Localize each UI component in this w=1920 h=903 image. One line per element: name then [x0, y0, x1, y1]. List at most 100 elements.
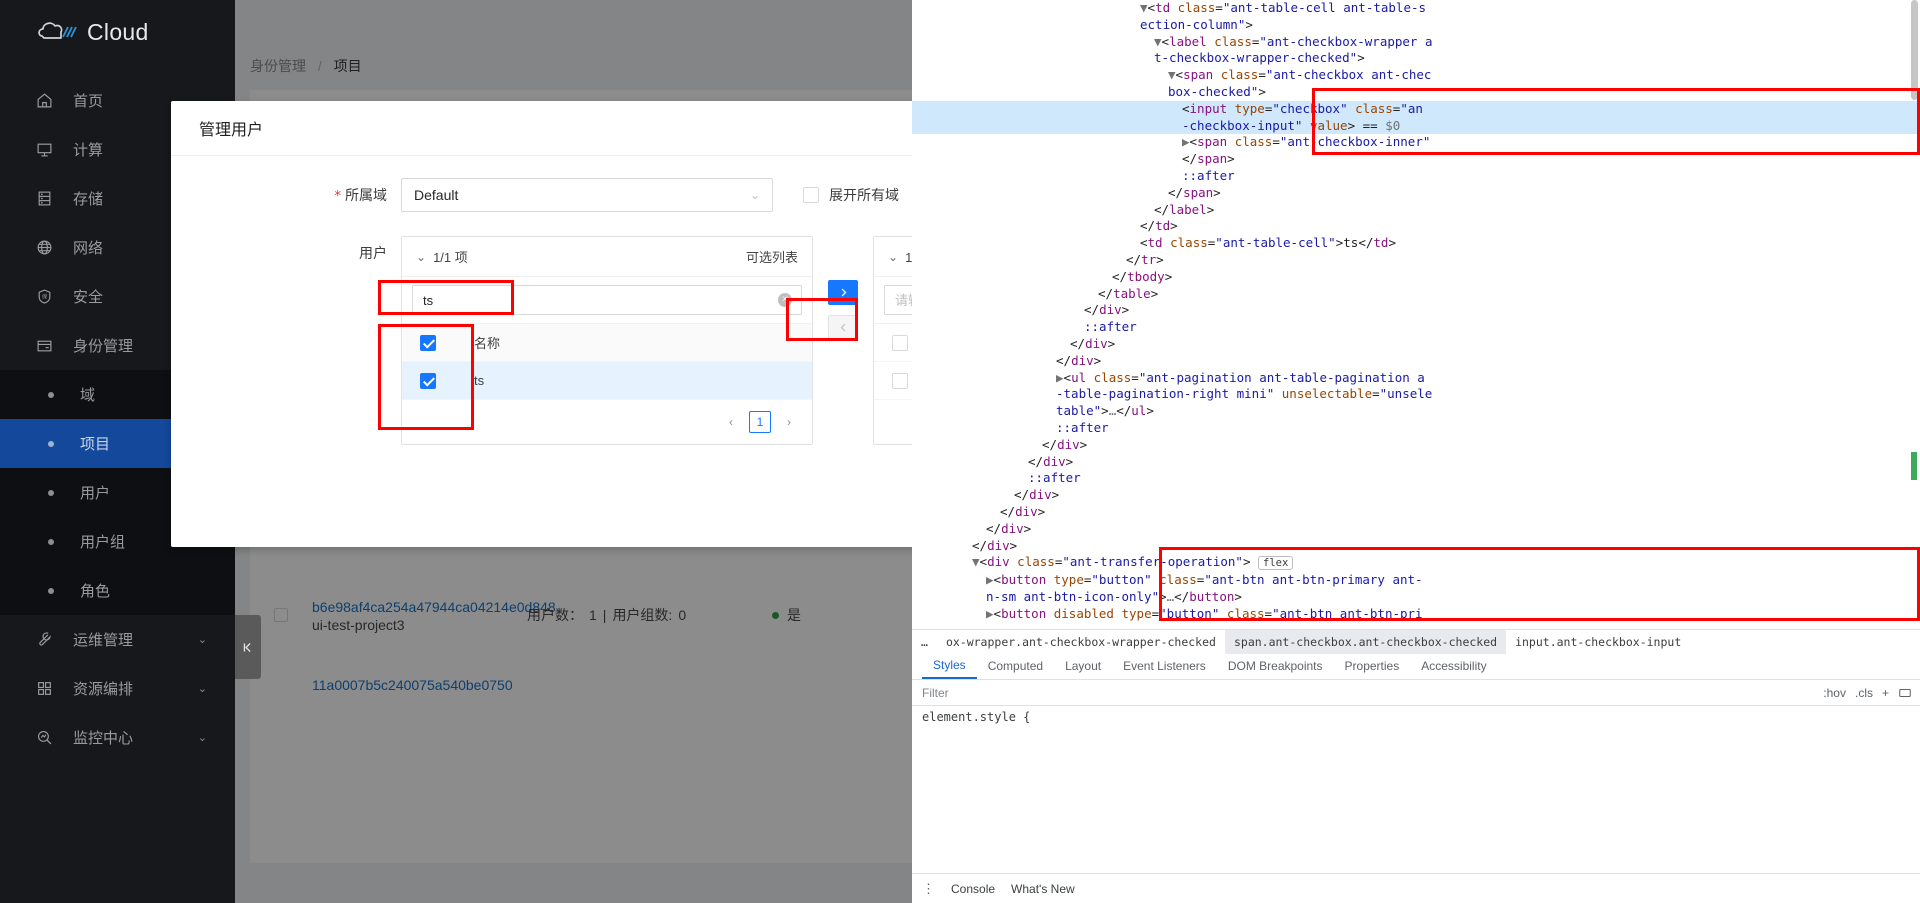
- dom-tree-line[interactable]: t-checkbox-wrapper-checked">: [912, 50, 1920, 67]
- expand-arrow-open-icon[interactable]: ▼: [972, 554, 980, 569]
- drawer-tab-whats-new[interactable]: What's New: [1011, 882, 1075, 896]
- expand-all-domains-checkbox[interactable]: 展开所有域: [803, 178, 899, 212]
- pagination-page-1[interactable]: 1: [749, 411, 771, 433]
- devtools-tab-event-listeners[interactable]: Event Listeners: [1112, 653, 1217, 679]
- row-checkbox[interactable]: [892, 373, 908, 389]
- dom-tree-line[interactable]: </div>: [912, 336, 1920, 353]
- bullet-icon: [48, 539, 54, 545]
- dom-tree-line[interactable]: box-checked">: [912, 84, 1920, 101]
- dom-tree-line[interactable]: ▼<div class="ant-transfer-operation"> fl…: [912, 554, 1920, 572]
- dom-tree-line[interactable]: </div>: [912, 521, 1920, 538]
- dom-tree-line[interactable]: -table-pagination-right mini" unselectab…: [912, 386, 1920, 403]
- add-style-rule-button[interactable]: +: [1882, 686, 1889, 700]
- chevron-down-icon[interactable]: ⌄: [416, 250, 426, 264]
- sidebar-item-orchestration[interactable]: 资源编排 ⌄: [0, 664, 235, 713]
- dom-tree-line[interactable]: </tr>: [912, 252, 1920, 269]
- sidebar-item-role[interactable]: 角色: [0, 566, 235, 615]
- expand-arrow-closed-icon[interactable]: ▶: [986, 606, 994, 621]
- dom-tree-line[interactable]: ▶<ul class="ant-pagination ant-table-pag…: [912, 370, 1920, 387]
- dom-tree-line[interactable]: <td class="ant-table-cell">ts</td>: [912, 235, 1920, 252]
- devtools-breadcrumb-item[interactable]: span.ant-checkbox.ant-checkbox-checked: [1225, 630, 1506, 654]
- dom-tree-line[interactable]: </td>: [912, 218, 1920, 235]
- chevron-left-icon: [838, 322, 849, 333]
- pagination-next[interactable]: ›: [778, 411, 800, 433]
- dom-tree-line[interactable]: ▼<label class="ant-checkbox-wrapper a: [912, 34, 1920, 51]
- home-icon: [36, 92, 53, 109]
- expand-arrow-closed-icon[interactable]: ▶: [1182, 134, 1190, 149]
- select-all-checkbox[interactable]: [420, 335, 436, 351]
- devtools-tab-layout[interactable]: Layout: [1054, 653, 1112, 679]
- chevron-down-icon[interactable]: ⌄: [888, 250, 898, 264]
- more-options-icon[interactable]: ⋮: [922, 881, 935, 897]
- devtools-tab-properties[interactable]: Properties: [1334, 653, 1411, 679]
- devtools-scrollbar[interactable]: [1911, 0, 1918, 100]
- move-to-left-button[interactable]: [828, 315, 858, 340]
- dom-tree-line[interactable]: </div>: [912, 504, 1920, 521]
- dom-tree-line[interactable]: </label>: [912, 202, 1920, 219]
- expand-arrow-closed-icon[interactable]: ▶: [986, 572, 994, 587]
- hov-button[interactable]: :hov: [1823, 686, 1846, 700]
- dom-tree-line[interactable]: ection-column">: [912, 17, 1920, 34]
- dom-tree-line[interactable]: </div>: [912, 437, 1920, 454]
- cls-button[interactable]: .cls: [1855, 686, 1873, 700]
- filter-placeholder[interactable]: Filter: [922, 686, 949, 700]
- dom-tree-line[interactable]: </tbody>: [912, 269, 1920, 286]
- sidebar-item-ops[interactable]: 运维管理 ⌄: [0, 615, 235, 664]
- domain-select[interactable]: Default ⌄: [401, 178, 773, 212]
- chevron-down-icon: ⌄: [198, 633, 207, 646]
- dom-tree-line[interactable]: </div>: [912, 302, 1920, 319]
- sidebar-item-label: 资源编排: [73, 678, 133, 699]
- move-to-right-button[interactable]: [828, 280, 858, 305]
- dom-tree-line[interactable]: </span>: [912, 151, 1920, 168]
- expand-arrow-open-icon[interactable]: ▼: [1154, 34, 1162, 49]
- sidebar-subitem-label: 域: [80, 384, 95, 405]
- dom-tree-line[interactable]: </div>: [912, 454, 1920, 471]
- dom-tree-line[interactable]: ::after: [912, 420, 1920, 437]
- devtools-breadcrumb-item[interactable]: …: [912, 630, 937, 654]
- expand-arrow-open-icon[interactable]: ▼: [1168, 67, 1176, 82]
- brand[interactable]: Cloud: [0, 0, 235, 64]
- dom-tree-line[interactable]: </span>: [912, 185, 1920, 202]
- dom-tree-line[interactable]: ::after: [912, 470, 1920, 487]
- dom-tree-line[interactable]: </div>: [912, 353, 1920, 370]
- dom-tree-line[interactable]: ▶<button type="button" class="ant-btn an…: [912, 572, 1920, 589]
- drawer-tab-console[interactable]: Console: [951, 882, 995, 896]
- dom-tree-line[interactable]: ▶<span class="ant-checkbox-inner": [912, 134, 1920, 151]
- dom-tree-line[interactable]: table">…</ul>: [912, 403, 1920, 420]
- devtools-tabbar[interactable]: StylesComputedLayoutEvent ListenersDOM B…: [912, 653, 1920, 680]
- devtools-tab-computed[interactable]: Computed: [977, 653, 1054, 679]
- devtools-tab-styles[interactable]: Styles: [922, 652, 977, 679]
- devtools-tab-dom-breakpoints[interactable]: DOM Breakpoints: [1217, 653, 1334, 679]
- expand-arrow-closed-icon[interactable]: ▶: [1056, 370, 1064, 385]
- dom-tree-line[interactable]: ::after: [912, 319, 1920, 336]
- dom-tree-line[interactable]: </table>: [912, 286, 1920, 303]
- devtools-tab-accessibility[interactable]: Accessibility: [1410, 653, 1497, 679]
- select-all-checkbox[interactable]: [892, 335, 908, 351]
- pagination-prev[interactable]: ‹: [720, 411, 742, 433]
- sidebar-item-monitoring[interactable]: 监控中心 ⌄: [0, 713, 235, 762]
- source-header-row[interactable]: 名称: [402, 324, 812, 362]
- dom-tree-line[interactable]: </div>: [912, 538, 1920, 555]
- dom-tree-line[interactable]: ::after: [912, 168, 1920, 185]
- source-pagination: ‹ 1 ›: [402, 400, 812, 444]
- devtools-breadcrumb[interactable]: …ox-wrapper.ant-checkbox-wrapper-checked…: [912, 629, 1920, 653]
- dom-tree-line[interactable]: n-sm ant-btn-icon-only">…</button>: [912, 589, 1920, 606]
- devtools-breadcrumb-item[interactable]: input.ant-checkbox-input: [1506, 630, 1690, 654]
- toggle-element-state-icon: [1898, 686, 1912, 700]
- sidebar-collapse-handle[interactable]: [235, 615, 261, 679]
- devtools-dom-tree[interactable]: ▼<td class="ant-table-cell ant-table-sec…: [912, 0, 1920, 629]
- clear-icon[interactable]: ×: [778, 293, 792, 307]
- dom-tree-line[interactable]: ▶<button disabled type="button" class="a…: [912, 606, 1920, 623]
- collapse-left-icon: [242, 641, 255, 654]
- source-search-input[interactable]: [412, 285, 802, 315]
- dom-tree-line[interactable]: </div>: [912, 487, 1920, 504]
- dom-tree-line[interactable]: <input type="checkbox" class="an: [912, 101, 1920, 118]
- dom-tree-line[interactable]: -checkbox-input" value> == $0: [912, 118, 1920, 135]
- devtools-breadcrumb-item[interactable]: ox-wrapper.ant-checkbox-wrapper-checked: [937, 630, 1225, 654]
- dom-tree-line[interactable]: ▼<td class="ant-table-cell ant-table-s: [912, 0, 1920, 17]
- expand-arrow-open-icon[interactable]: ▼: [1140, 0, 1148, 15]
- dom-tree-line[interactable]: ▼<span class="ant-checkbox ant-chec: [912, 67, 1920, 84]
- source-list-item[interactable]: ts: [402, 362, 812, 400]
- checkbox-box[interactable]: [803, 187, 819, 203]
- row-checkbox[interactable]: [420, 373, 436, 389]
